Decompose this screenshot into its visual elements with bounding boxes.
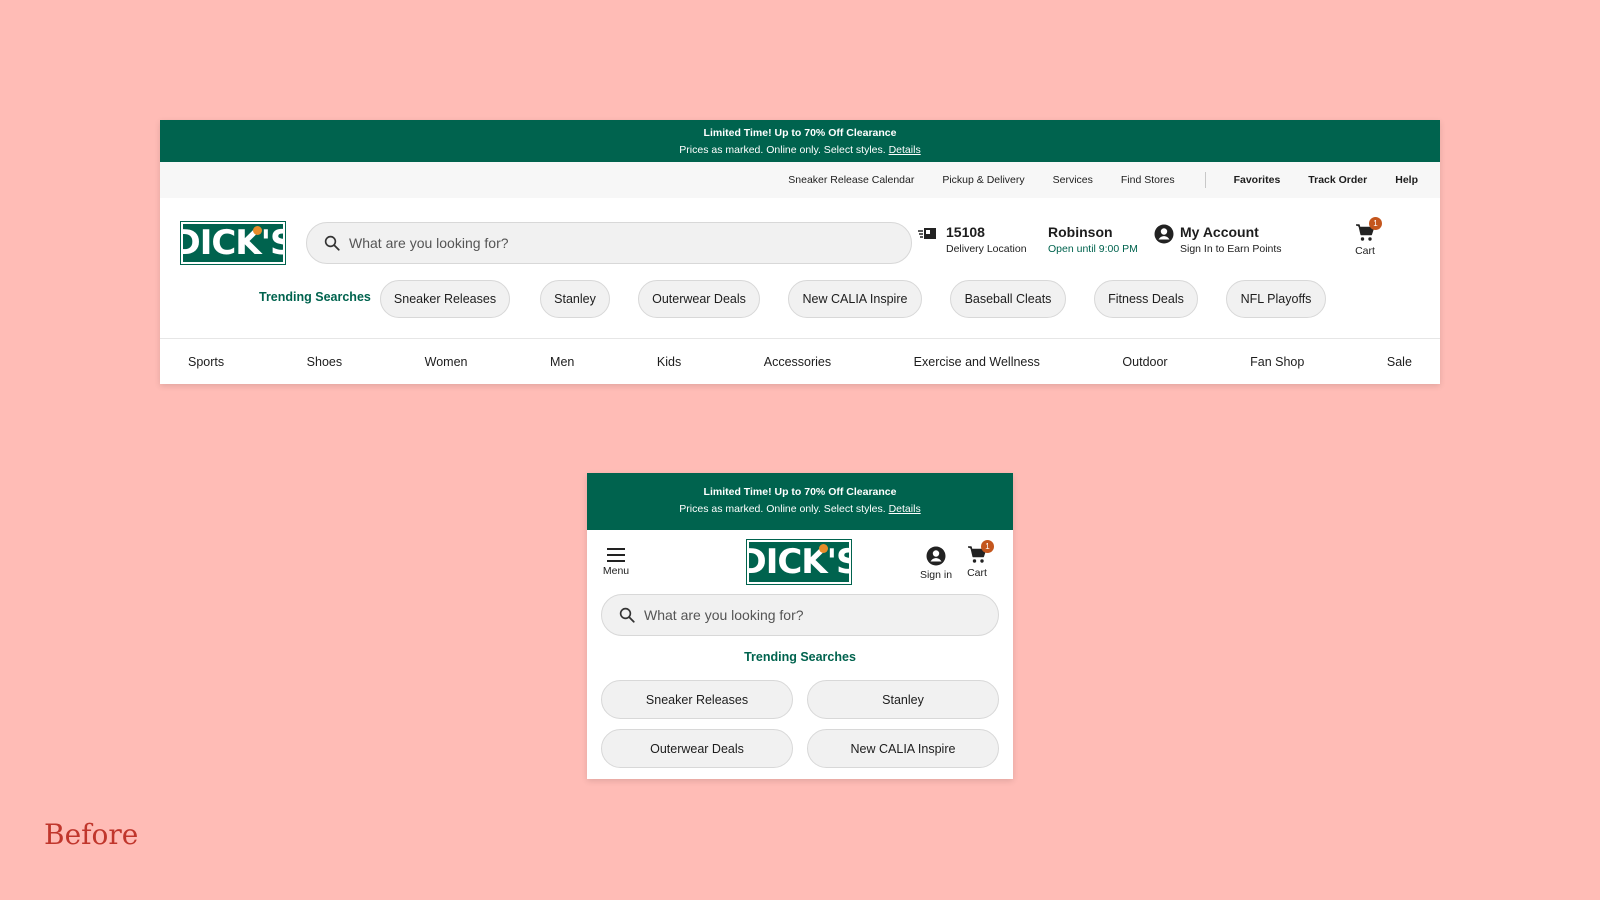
my-account[interactable]: My Account Sign In to Earn Points xyxy=(1154,224,1282,255)
trending-chip[interactable]: New CALIA Inspire xyxy=(788,280,922,318)
promo-subline: Prices as marked. Online only. Select st… xyxy=(679,144,921,156)
account-icon xyxy=(926,546,946,566)
promo-details-link[interactable]: Details xyxy=(889,503,921,515)
nav-item-men[interactable]: Men xyxy=(550,355,574,369)
utility-link-favorites[interactable]: Favorites xyxy=(1234,174,1281,186)
utility-link-pickup-delivery[interactable]: Pickup & Delivery xyxy=(942,174,1024,186)
trending-label: Trending Searches xyxy=(744,650,856,664)
promo-headline: Limited Time! Up to 70% Off Clearance xyxy=(703,127,897,139)
caption-before: Before xyxy=(44,818,139,851)
sign-in-label: Sign in xyxy=(919,569,953,581)
trending-chip[interactable]: Outerwear Deals xyxy=(601,729,793,768)
utility-link-services[interactable]: Services xyxy=(1053,174,1093,186)
cart-button[interactable]: Cart 1 xyxy=(1350,217,1382,257)
promo-banner: Limited Time! Up to 70% Off Clearance Pr… xyxy=(160,120,1440,162)
delivery-truck-icon xyxy=(918,228,936,239)
nav-item-kids[interactable]: Kids xyxy=(657,355,681,369)
delivery-location[interactable]: 15108 Delivery Location xyxy=(918,224,1027,255)
logo[interactable]: DICK'S xyxy=(172,221,295,265)
account-subtitle: Sign In to Earn Points xyxy=(1180,243,1282,255)
utility-link-sneaker-calendar[interactable]: Sneaker Release Calendar xyxy=(788,174,914,186)
trending-chip[interactable]: Sneaker Releases xyxy=(601,680,793,719)
sign-in-button[interactable]: Sign in xyxy=(917,546,955,581)
utility-link-track-order[interactable]: Track Order xyxy=(1308,174,1367,186)
utility-link-find-stores[interactable]: Find Stores xyxy=(1121,174,1175,186)
cart-label: Cart xyxy=(1355,245,1375,257)
search-input[interactable]: What are you looking for? xyxy=(601,594,999,636)
utility-bar: Sneaker Release Calendar Pickup & Delive… xyxy=(160,162,1440,198)
cart-button[interactable]: Cart 1 xyxy=(963,540,994,579)
mobile-main-header: Menu DICK'S Sign in Cart 1 xyxy=(587,530,1013,594)
menu-label: Menu xyxy=(602,565,630,577)
nav-item-fan-shop[interactable]: Fan Shop xyxy=(1250,355,1304,369)
nav-item-women[interactable]: Women xyxy=(425,355,468,369)
logo[interactable]: DICK'S xyxy=(738,539,861,585)
delivery-label: Delivery Location xyxy=(946,243,1027,255)
nav-item-exercise-wellness[interactable]: Exercise and Wellness xyxy=(914,355,1040,369)
search-icon xyxy=(324,235,340,251)
cart-count-badge: 1 xyxy=(981,540,994,553)
nav-item-sale[interactable]: Sale xyxy=(1387,355,1412,369)
search-placeholder: What are you looking for? xyxy=(644,607,804,623)
nav-item-sports[interactable]: Sports xyxy=(188,355,224,369)
promo-banner: Limited Time! Up to 70% Off Clearance Pr… xyxy=(587,473,1013,530)
promo-subline: Prices as marked. Online only. Select st… xyxy=(679,503,921,515)
nav-item-shoes[interactable]: Shoes xyxy=(307,355,342,369)
trending-chip[interactable]: New CALIA Inspire xyxy=(807,729,999,768)
trending-chip[interactable]: Outerwear Deals xyxy=(638,280,760,318)
cart-label: Cart xyxy=(967,567,987,579)
trending-chip[interactable]: Baseball Cleats xyxy=(950,280,1066,318)
delivery-zip: 15108 xyxy=(946,224,985,240)
desktop-header: Limited Time! Up to 70% Off Clearance Pr… xyxy=(160,120,1440,384)
utility-link-help[interactable]: Help xyxy=(1395,174,1418,186)
nav-item-outdoor[interactable]: Outdoor xyxy=(1122,355,1167,369)
trending-chip[interactable]: NFL Playoffs xyxy=(1226,280,1326,318)
logo-ball-icon xyxy=(819,544,828,553)
hamburger-menu-icon xyxy=(607,548,625,562)
account-icon xyxy=(1154,224,1174,244)
trending-chip[interactable]: Stanley xyxy=(807,680,999,719)
mobile-header: Limited Time! Up to 70% Off Clearance Pr… xyxy=(587,473,1013,779)
store-selector[interactable]: Robinson Open until 9:00 PM xyxy=(1048,224,1138,255)
promo-headline: Limited Time! Up to 70% Off Clearance xyxy=(703,486,897,498)
trending-label: Trending Searches xyxy=(259,290,371,304)
cart-count-badge: 1 xyxy=(1369,217,1382,230)
trending-chip[interactable]: Stanley xyxy=(540,280,610,318)
promo-details-link[interactable]: Details xyxy=(889,144,921,156)
store-hours: Open until 9:00 PM xyxy=(1048,243,1138,255)
search-placeholder: What are you looking for? xyxy=(349,235,509,251)
search-input[interactable]: What are you looking for? xyxy=(306,222,912,264)
trending-searches: Trending Searches Sneaker Releases Stanl… xyxy=(160,278,1440,318)
trending-chip[interactable]: Sneaker Releases xyxy=(380,280,510,318)
main-header: DICK'S What are you looking for? 15108 D… xyxy=(160,198,1440,274)
trending-chip[interactable]: Fitness Deals xyxy=(1094,280,1198,318)
utility-divider xyxy=(1204,172,1206,188)
nav-item-accessories[interactable]: Accessories xyxy=(764,355,831,369)
category-nav: Sports Shoes Women Men Kids Accessories … xyxy=(160,338,1440,384)
logo-ball-icon xyxy=(253,226,262,235)
menu-button[interactable]: Menu xyxy=(601,548,631,577)
account-title: My Account xyxy=(1180,224,1259,240)
search-icon xyxy=(619,607,635,623)
store-name: Robinson xyxy=(1048,224,1113,240)
